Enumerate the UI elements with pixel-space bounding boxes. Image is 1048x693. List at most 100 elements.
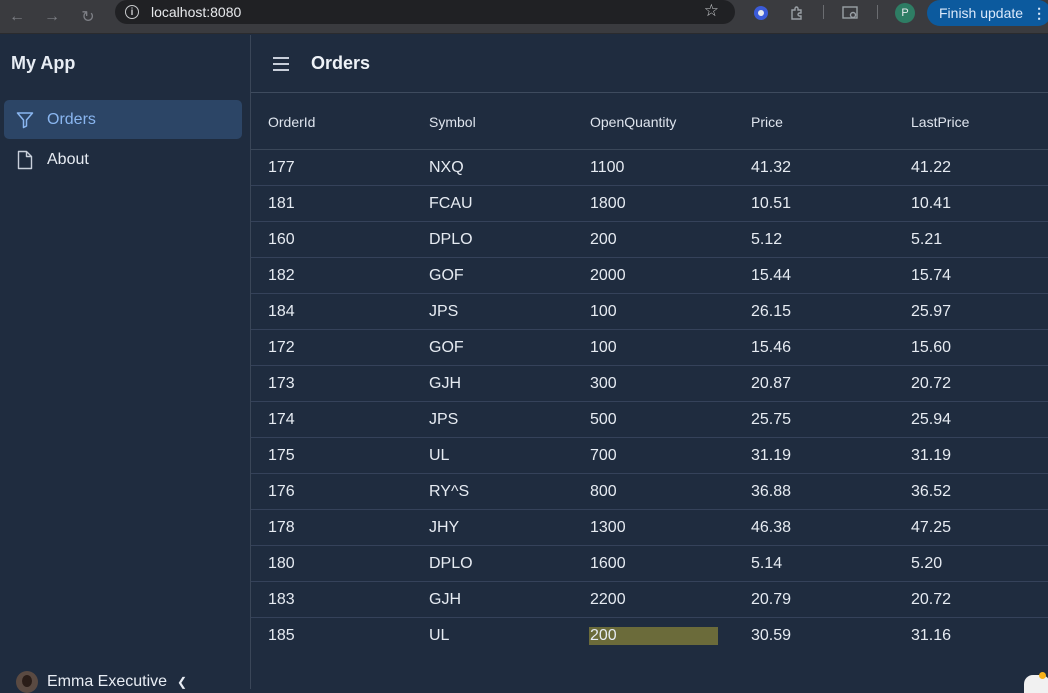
table-cell[interactable]: 2200: [573, 591, 734, 609]
table-row[interactable]: 160 DPLO 200 5.12 5.21: [251, 222, 1048, 258]
table-cell[interactable]: 172: [251, 339, 412, 357]
table-cell[interactable]: 100: [573, 339, 734, 357]
column-header[interactable]: OrderId: [251, 114, 412, 130]
table-cell[interactable]: 15.60: [894, 339, 1048, 357]
table-cell[interactable]: 5.12: [734, 231, 894, 249]
table-cell[interactable]: 185: [251, 627, 412, 645]
table-cell[interactable]: 10.51: [734, 195, 894, 213]
table-cell[interactable]: 1300: [573, 519, 734, 537]
sidebar-item-orders[interactable]: Orders: [4, 100, 242, 139]
table-cell[interactable]: 25.75: [734, 411, 894, 429]
table-row[interactable]: 184 JPS 100 26.15 25.97: [251, 294, 1048, 330]
user-menu[interactable]: Emma Executive ❮: [16, 671, 187, 693]
extension-icon[interactable]: [752, 4, 770, 22]
table-cell[interactable]: 1800: [573, 195, 734, 213]
table-cell[interactable]: 182: [251, 267, 412, 285]
table-cell[interactable]: 36.88: [734, 483, 894, 501]
table-row[interactable]: 181 FCAU 1800 10.51 10.41: [251, 186, 1048, 222]
table-cell[interactable]: 160: [251, 231, 412, 249]
table-cell[interactable]: 20.87: [734, 375, 894, 393]
table-cell[interactable]: 15.74: [894, 267, 1048, 285]
table-cell[interactable]: UL: [412, 627, 573, 645]
table-cell[interactable]: NXQ: [412, 159, 573, 177]
reload-icon[interactable]: ↻: [70, 5, 106, 29]
menu-toggle-icon[interactable]: [273, 57, 289, 75]
table-row[interactable]: 183 GJH 2200 20.79 20.72: [251, 582, 1048, 618]
table-row[interactable]: 175 UL 700 31.19 31.19: [251, 438, 1048, 474]
table-cell[interactable]: 300: [573, 375, 734, 393]
table-cell[interactable]: 174: [251, 411, 412, 429]
table-cell[interactable]: GJH: [412, 591, 573, 609]
table-cell[interactable]: 177: [251, 159, 412, 177]
table-cell[interactable]: JPS: [412, 411, 573, 429]
bookmark-star-icon[interactable]: ☆: [704, 1, 719, 21]
table-cell[interactable]: 46.38: [734, 519, 894, 537]
table-cell[interactable]: 200: [573, 626, 734, 645]
table-row[interactable]: 180 DPLO 1600 5.14 5.20: [251, 546, 1048, 582]
table-cell[interactable]: 41.32: [734, 159, 894, 177]
table-cell[interactable]: 180: [251, 555, 412, 573]
table-cell[interactable]: 184: [251, 303, 412, 321]
table-cell[interactable]: 176: [251, 483, 412, 501]
more-menu-icon[interactable]: ⋮: [1032, 5, 1046, 22]
table-cell[interactable]: 200: [573, 231, 734, 249]
chat-helper-icon[interactable]: [1024, 672, 1048, 693]
table-cell[interactable]: 5.21: [894, 231, 1048, 249]
table-cell[interactable]: 15.44: [734, 267, 894, 285]
table-cell[interactable]: JHY: [412, 519, 573, 537]
table-cell[interactable]: RY^S: [412, 483, 573, 501]
table-cell[interactable]: JPS: [412, 303, 573, 321]
table-cell[interactable]: 20.79: [734, 591, 894, 609]
table-cell[interactable]: 10.41: [894, 195, 1048, 213]
table-row[interactable]: 172 GOF 100 15.46 15.60: [251, 330, 1048, 366]
table-cell[interactable]: 36.52: [894, 483, 1048, 501]
table-cell[interactable]: 25.94: [894, 411, 1048, 429]
profile-avatar[interactable]: P: [895, 3, 915, 23]
table-cell[interactable]: 183: [251, 591, 412, 609]
table-cell[interactable]: DPLO: [412, 555, 573, 573]
table-cell[interactable]: 20.72: [894, 591, 1048, 609]
site-info-icon[interactable]: i: [125, 5, 139, 19]
table-cell[interactable]: 15.46: [734, 339, 894, 357]
table-cell[interactable]: GOF: [412, 267, 573, 285]
table-row[interactable]: 173 GJH 300 20.87 20.72: [251, 366, 1048, 402]
table-cell[interactable]: 5.14: [734, 555, 894, 573]
table-cell[interactable]: 20.72: [894, 375, 1048, 393]
table-cell[interactable]: FCAU: [412, 195, 573, 213]
table-cell[interactable]: 800: [573, 483, 734, 501]
table-row[interactable]: 185 UL 200 30.59 31.16: [251, 618, 1048, 653]
sidebar-item-about[interactable]: About: [4, 140, 242, 179]
forward-icon[interactable]: →: [34, 5, 70, 29]
table-cell[interactable]: 41.22: [894, 159, 1048, 177]
table-cell[interactable]: 100: [573, 303, 734, 321]
table-cell[interactable]: 1100: [573, 159, 734, 177]
table-row[interactable]: 174 JPS 500 25.75 25.94: [251, 402, 1048, 438]
table-row[interactable]: 182 GOF 2000 15.44 15.74: [251, 258, 1048, 294]
table-row[interactable]: 178 JHY 1300 46.38 47.25: [251, 510, 1048, 546]
back-icon[interactable]: ←: [0, 5, 34, 29]
table-cell[interactable]: 700: [573, 447, 734, 465]
url-text[interactable]: localhost:8080: [151, 4, 241, 20]
table-cell[interactable]: 26.15: [734, 303, 894, 321]
table-cell[interactable]: 31.19: [894, 447, 1048, 465]
column-header[interactable]: Price: [734, 114, 894, 130]
table-cell[interactable]: 173: [251, 375, 412, 393]
table-cell[interactable]: 175: [251, 447, 412, 465]
table-cell[interactable]: 31.19: [734, 447, 894, 465]
table-cell[interactable]: 47.25: [894, 519, 1048, 537]
table-cell[interactable]: DPLO: [412, 231, 573, 249]
table-cell[interactable]: 1600: [573, 555, 734, 573]
table-cell[interactable]: 31.16: [894, 627, 1048, 645]
table-cell[interactable]: 2000: [573, 267, 734, 285]
table-cell[interactable]: 5.20: [894, 555, 1048, 573]
table-cell[interactable]: 500: [573, 411, 734, 429]
table-row[interactable]: 177 NXQ 1100 41.32 41.22: [251, 150, 1048, 186]
column-header[interactable]: Symbol: [412, 114, 573, 130]
finish-update-button[interactable]: Finish update ⋮: [927, 0, 1048, 26]
tab-search-icon[interactable]: [842, 4, 860, 22]
table-cell[interactable]: 30.59: [734, 627, 894, 645]
table-row[interactable]: 176 RY^S 800 36.88 36.52: [251, 474, 1048, 510]
address-bar[interactable]: i localhost:8080 ☆: [115, 0, 735, 24]
table-cell[interactable]: GJH: [412, 375, 573, 393]
column-header[interactable]: OpenQuantity: [573, 114, 734, 130]
